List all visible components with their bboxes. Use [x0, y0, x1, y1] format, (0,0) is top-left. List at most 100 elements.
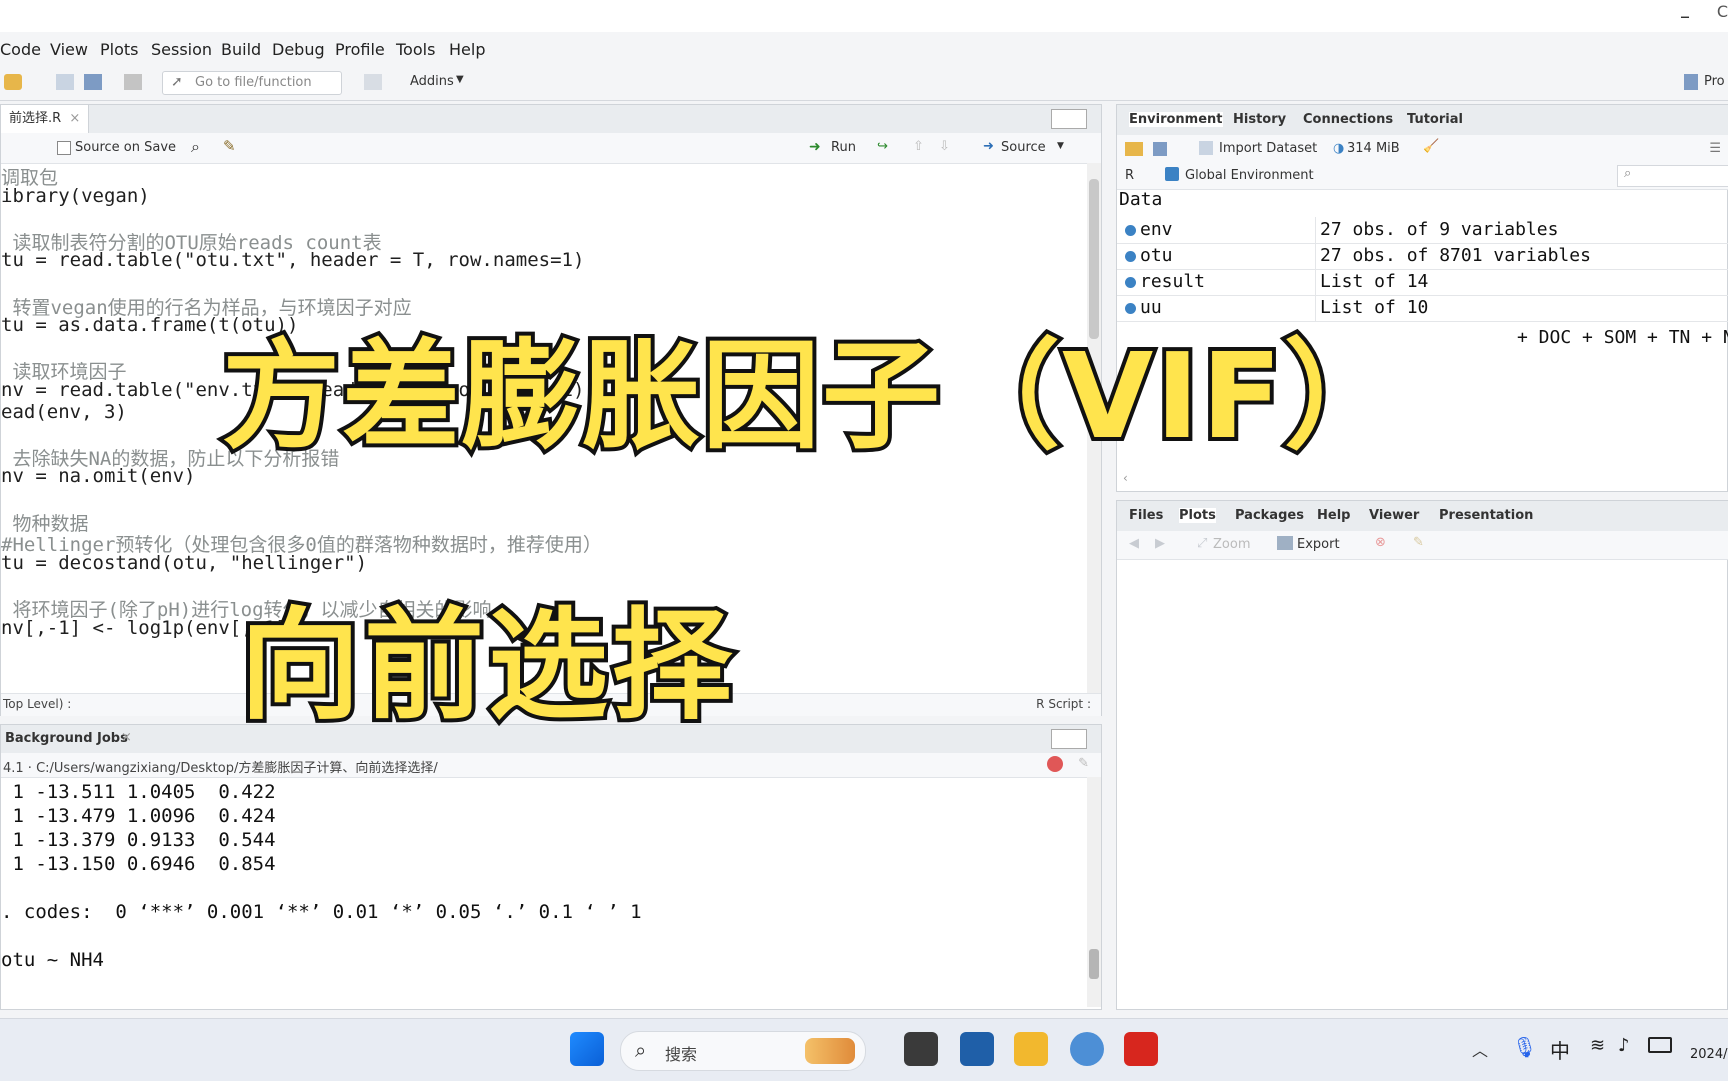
forward-arrow-icon[interactable]: ▶: [1155, 536, 1165, 551]
menu-tools[interactable]: Tools: [396, 40, 435, 59]
run-button[interactable]: Run: [831, 140, 856, 155]
clear-console-icon[interactable]: ✎: [1078, 756, 1089, 771]
down-arrow-icon[interactable]: ⇩: [939, 139, 950, 154]
new-file-icon[interactable]: [4, 74, 22, 90]
console-scroll-thumb[interactable]: [1089, 949, 1099, 979]
scroll-left-icon[interactable]: ‹: [1123, 471, 1128, 485]
file-explorer-icon[interactable]: [1014, 1032, 1048, 1066]
console-scrollbar[interactable]: [1087, 777, 1101, 1007]
rstudio-icon[interactable]: [1070, 1032, 1104, 1066]
up-arrow-icon[interactable]: ⇧: [913, 139, 924, 154]
env-row[interactable]: result List of 14: [1117, 269, 1728, 296]
source-chevron-down-icon[interactable]: ▼: [1057, 141, 1064, 151]
maximize-pane-icon[interactable]: [1051, 109, 1087, 129]
project-menu[interactable]: Pro: [1704, 74, 1725, 89]
open-folder-icon[interactable]: [1125, 142, 1143, 156]
search-icon[interactable]: ⌕: [191, 137, 200, 157]
code-line[interactable]: ibrary(vegan): [1, 185, 150, 207]
zoom-button[interactable]: Zoom: [1213, 537, 1250, 552]
save-workspace-icon[interactable]: [1153, 142, 1167, 156]
volume-icon[interactable]: ♪: [1618, 1035, 1630, 1056]
tab-files[interactable]: Files: [1129, 508, 1163, 523]
broom-icon[interactable]: ✎: [1413, 535, 1424, 550]
task-view-icon[interactable]: [904, 1032, 938, 1066]
grid-layout-icon[interactable]: [364, 74, 382, 90]
env-row[interactable]: env 27 obs. of 9 variables: [1117, 217, 1728, 244]
tab-help[interactable]: Help: [1317, 508, 1350, 523]
editor-tab[interactable]: 前选择.R ×: [1, 105, 90, 133]
menu-build[interactable]: Build: [221, 40, 261, 59]
tab-packages[interactable]: Packages: [1235, 508, 1304, 523]
rerun-icon[interactable]: ↪: [877, 139, 888, 154]
addins-chevron-down-icon[interactable]: ▼: [456, 74, 464, 85]
export-icon: [1277, 536, 1293, 550]
close-tab-icon[interactable]: ×: [121, 730, 132, 745]
acrobat-icon[interactable]: [1124, 1032, 1158, 1066]
tab-viewer[interactable]: Viewer: [1369, 508, 1419, 523]
start-button[interactable]: [570, 1032, 604, 1066]
expand-icon[interactable]: [1125, 224, 1136, 236]
menu-session[interactable]: Session: [151, 40, 212, 59]
expand-icon[interactable]: [1125, 250, 1136, 262]
console-output[interactable]: 1 -13.511 1.0405 0.422 1 -13.479 1.0096 …: [1, 781, 1081, 1001]
menu-help[interactable]: Help: [449, 40, 485, 59]
var-name: result: [1140, 271, 1206, 292]
menu-view[interactable]: View: [50, 40, 88, 59]
save-all-icon[interactable]: [84, 74, 102, 90]
var-name: env: [1140, 219, 1173, 240]
wifi-icon[interactable]: ≋: [1590, 1035, 1605, 1056]
code-line[interactable]: nv = na.omit(env): [1, 465, 195, 487]
tab-presentation[interactable]: Presentation: [1439, 508, 1533, 523]
microphone-icon[interactable]: 🎙: [1512, 1035, 1537, 1059]
taskbar-date[interactable]: 2024/: [1690, 1047, 1727, 1062]
remove-plot-icon[interactable]: ⊗: [1375, 535, 1386, 550]
global-environment-selector[interactable]: Global Environment: [1185, 168, 1314, 183]
tab-tutorial[interactable]: Tutorial: [1407, 112, 1463, 127]
window-control-button[interactable]: C: [1717, 2, 1728, 21]
store-icon[interactable]: [960, 1032, 994, 1066]
tab-history[interactable]: History: [1233, 112, 1286, 127]
source-on-save-checkbox[interactable]: [57, 141, 71, 155]
broom-icon[interactable]: 🧹: [1423, 139, 1439, 154]
export-button[interactable]: Export: [1297, 537, 1340, 552]
save-icon[interactable]: [56, 74, 74, 90]
tab-environment[interactable]: Environment: [1129, 112, 1223, 127]
plots-toolbar: ◀ ▶ ⤢ Zoom Export ⊗ ✎: [1117, 531, 1728, 560]
menu-code[interactable]: Code: [0, 40, 41, 59]
print-icon[interactable]: [124, 74, 142, 90]
code-line[interactable]: ead(env, 3): [1, 401, 127, 423]
env-row[interactable]: otu 27 obs. of 8701 variables: [1117, 243, 1728, 270]
file-type-selector[interactable]: R Script :: [1036, 697, 1091, 711]
files-pane: Files Plots Packages Help Viewer Present…: [1116, 500, 1728, 1010]
maximize-pane-icon[interactable]: [1051, 729, 1087, 749]
language-selector[interactable]: R: [1125, 168, 1134, 183]
menu-plots[interactable]: Plots: [100, 40, 139, 59]
menu-profile[interactable]: Profile: [335, 40, 385, 59]
addins-menu[interactable]: Addins: [410, 74, 454, 89]
tab-plots[interactable]: Plots: [1179, 508, 1216, 523]
chevron-up-icon[interactable]: ︿: [1472, 1037, 1488, 1061]
source-button[interactable]: Source: [1001, 140, 1046, 155]
goto-file-field[interactable]: ➚ Go to file/function: [162, 71, 342, 95]
expand-icon[interactable]: [1125, 276, 1136, 288]
back-arrow-icon[interactable]: ◀: [1129, 536, 1139, 551]
memory-usage[interactable]: 314 MiB: [1347, 141, 1400, 156]
import-dataset-button[interactable]: Import Dataset: [1219, 141, 1317, 156]
search-icon: ⌕: [635, 1038, 647, 1062]
search-highlight-icon: [805, 1038, 855, 1064]
tab-background-jobs[interactable]: Background Jobs: [5, 731, 128, 746]
tab-connections[interactable]: Connections: [1303, 112, 1393, 127]
scope-selector[interactable]: Top Level) :: [3, 697, 71, 711]
working-directory-path[interactable]: 4.1 · C:/Users/wangzixiang/Desktop/方差膨胀因…: [3, 757, 438, 776]
ime-indicator[interactable]: 中: [1550, 1035, 1570, 1064]
code-line[interactable]: tu = read.table("otu.txt", header = T, r…: [1, 249, 584, 271]
stop-icon[interactable]: [1047, 756, 1063, 772]
list-view-icon[interactable]: ☰: [1709, 141, 1721, 156]
taskbar-search-input[interactable]: ⌕ 搜索: [620, 1031, 866, 1071]
close-tab-icon[interactable]: ×: [69, 111, 80, 126]
battery-icon[interactable]: [1648, 1037, 1672, 1053]
minimize-button[interactable]: –: [1680, 4, 1690, 28]
magic-wand-icon[interactable]: ✎: [223, 137, 236, 155]
environment-search-input[interactable]: ⌕: [1617, 165, 1728, 187]
menu-debug[interactable]: Debug: [272, 40, 325, 59]
